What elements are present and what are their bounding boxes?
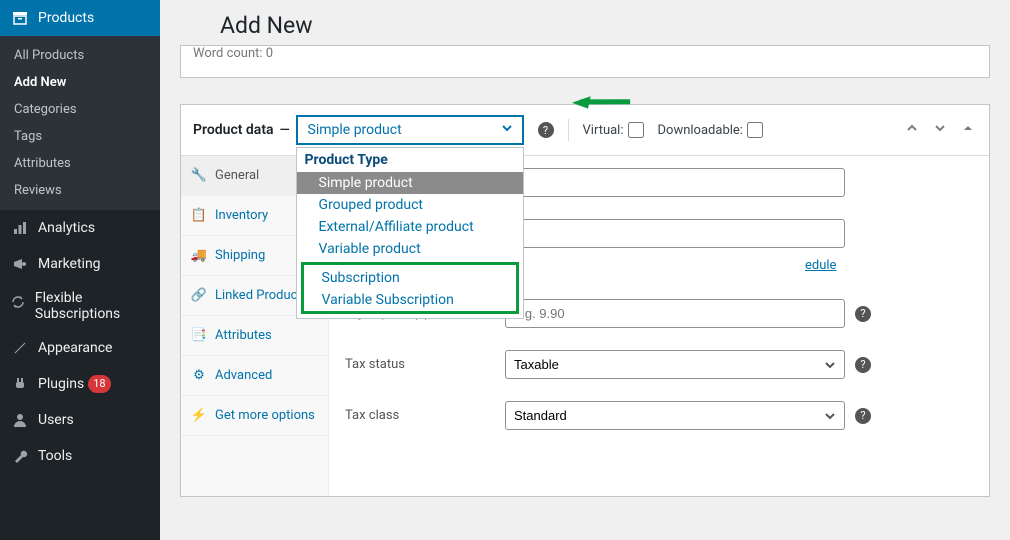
panel-toggle-actions: [903, 119, 977, 141]
menu-analytics[interactable]: Analytics: [0, 210, 160, 246]
highlight-box: Subscription Variable Subscription: [301, 262, 519, 314]
gear-icon: ⚙: [191, 368, 207, 383]
word-count-text: Word count: 0: [193, 46, 273, 61]
product-type-select[interactable]: Simple product: [296, 115, 524, 145]
wrench-icon: 🔧: [191, 168, 207, 183]
product-type-select-wrap: Simple product Product Type Simple produ…: [296, 115, 524, 145]
help-icon[interactable]: ?: [538, 122, 554, 138]
menu-label: Users: [38, 412, 74, 428]
menu-marketing[interactable]: Marketing: [0, 246, 160, 282]
virtual-checkbox[interactable]: [628, 122, 644, 138]
submenu-add-new[interactable]: Add New: [0, 69, 160, 96]
tab-label: Attributes: [215, 328, 272, 343]
dropdown-group-label: Product Type: [297, 148, 523, 172]
product-data-panel: Product data — Simple product Product Ty…: [180, 104, 990, 497]
row-tax-class: Tax class Standard ?: [345, 401, 973, 430]
move-down-button[interactable]: [931, 119, 949, 141]
tax-class-select[interactable]: Standard: [505, 401, 845, 430]
menu-label: Marketing: [38, 256, 101, 272]
plugins-badge: 18: [88, 375, 110, 393]
list-icon: 📑: [191, 328, 207, 343]
downloadable-checkbox[interactable]: [747, 122, 763, 138]
schedule-link[interactable]: edule: [805, 258, 836, 273]
regular-price-input[interactable]: [505, 168, 845, 197]
link-icon: 🔗: [191, 288, 207, 303]
option-variable-product[interactable]: Variable product: [297, 238, 523, 260]
menu-appearance[interactable]: Appearance: [0, 330, 160, 366]
option-external-product[interactable]: External/Affiliate product: [297, 216, 523, 238]
tab-label: Advanced: [215, 368, 272, 383]
products-submenu: All Products Add New Categories Tags Att…: [0, 36, 160, 210]
archive-icon: [10, 8, 30, 28]
signup-fee-input[interactable]: [505, 299, 845, 328]
collapse-button[interactable]: [959, 119, 977, 141]
admin-sidebar: Products All Products Add New Categories…: [0, 0, 160, 540]
menu-label: Flexible Subscriptions: [35, 290, 150, 322]
tab-label: Inventory: [215, 208, 268, 223]
brush-icon: [10, 338, 30, 358]
option-grouped-product[interactable]: Grouped product: [297, 194, 523, 216]
row-tax-status: Tax status Taxable ?: [345, 350, 973, 379]
downloadable-checkbox-label[interactable]: Downloadable:: [658, 122, 763, 138]
plug-icon: [10, 374, 30, 394]
submenu-all-products[interactable]: All Products: [0, 42, 160, 69]
tab-advanced[interactable]: ⚙ Advanced: [181, 356, 328, 396]
submenu-attributes[interactable]: Attributes: [0, 150, 160, 177]
menu-plugins[interactable]: Plugins 18: [0, 366, 160, 402]
tax-status-label: Tax status: [345, 357, 505, 372]
sale-price-input[interactable]: [505, 219, 845, 248]
menu-label: Appearance: [38, 340, 112, 356]
tab-get-more-options[interactable]: ⚡ Get more options: [181, 396, 328, 436]
lightning-icon: ⚡: [191, 408, 207, 423]
heading-dash: —: [280, 123, 290, 138]
user-icon: [10, 410, 30, 430]
help-icon[interactable]: ?: [855, 357, 871, 373]
tab-attributes[interactable]: 📑 Attributes: [181, 316, 328, 356]
chevron-down-icon: [500, 121, 514, 139]
submenu-categories[interactable]: Categories: [0, 96, 160, 123]
help-icon[interactable]: ?: [855, 306, 871, 322]
megaphone-icon: [10, 254, 30, 274]
tax-status-select[interactable]: Taxable: [505, 350, 845, 379]
truck-icon: 🚚: [191, 248, 207, 263]
menu-label: Plugins: [38, 376, 84, 392]
menu-users[interactable]: Users: [0, 402, 160, 438]
menu-tools[interactable]: Tools: [0, 438, 160, 474]
option-subscription[interactable]: Subscription: [304, 267, 516, 289]
inventory-icon: 📋: [191, 208, 207, 223]
tab-label: Linked Products: [215, 288, 308, 303]
option-simple-product[interactable]: Simple product: [297, 172, 523, 194]
product-data-heading: Product data: [193, 122, 274, 138]
move-up-button[interactable]: [903, 119, 921, 141]
tab-label: Get more options: [215, 408, 315, 423]
menu-label: Tools: [38, 448, 72, 464]
page-title: Add New: [180, 0, 990, 51]
help-icon[interactable]: ?: [855, 408, 871, 424]
refresh-icon: [10, 292, 27, 312]
separator: [568, 119, 569, 141]
submenu-reviews[interactable]: Reviews: [0, 177, 160, 204]
menu-flexible-subscriptions[interactable]: Flexible Subscriptions: [0, 282, 160, 330]
menu-label: Products: [38, 10, 94, 26]
downloadable-label-text: Downloadable:: [658, 123, 743, 138]
product-type-selected: Simple product: [308, 122, 402, 138]
option-variable-subscription[interactable]: Variable Subscription: [304, 289, 516, 311]
submenu-tags[interactable]: Tags: [0, 123, 160, 150]
menu-products[interactable]: Products: [0, 0, 160, 36]
chart-icon: [10, 218, 30, 238]
wrench-icon: [10, 446, 30, 466]
tab-label: Shipping: [215, 248, 265, 263]
product-type-dropdown: Product Type Simple product Grouped prod…: [296, 147, 524, 319]
menu-label: Analytics: [38, 220, 95, 236]
tab-label: General: [215, 168, 259, 183]
tax-class-label: Tax class: [345, 408, 505, 423]
